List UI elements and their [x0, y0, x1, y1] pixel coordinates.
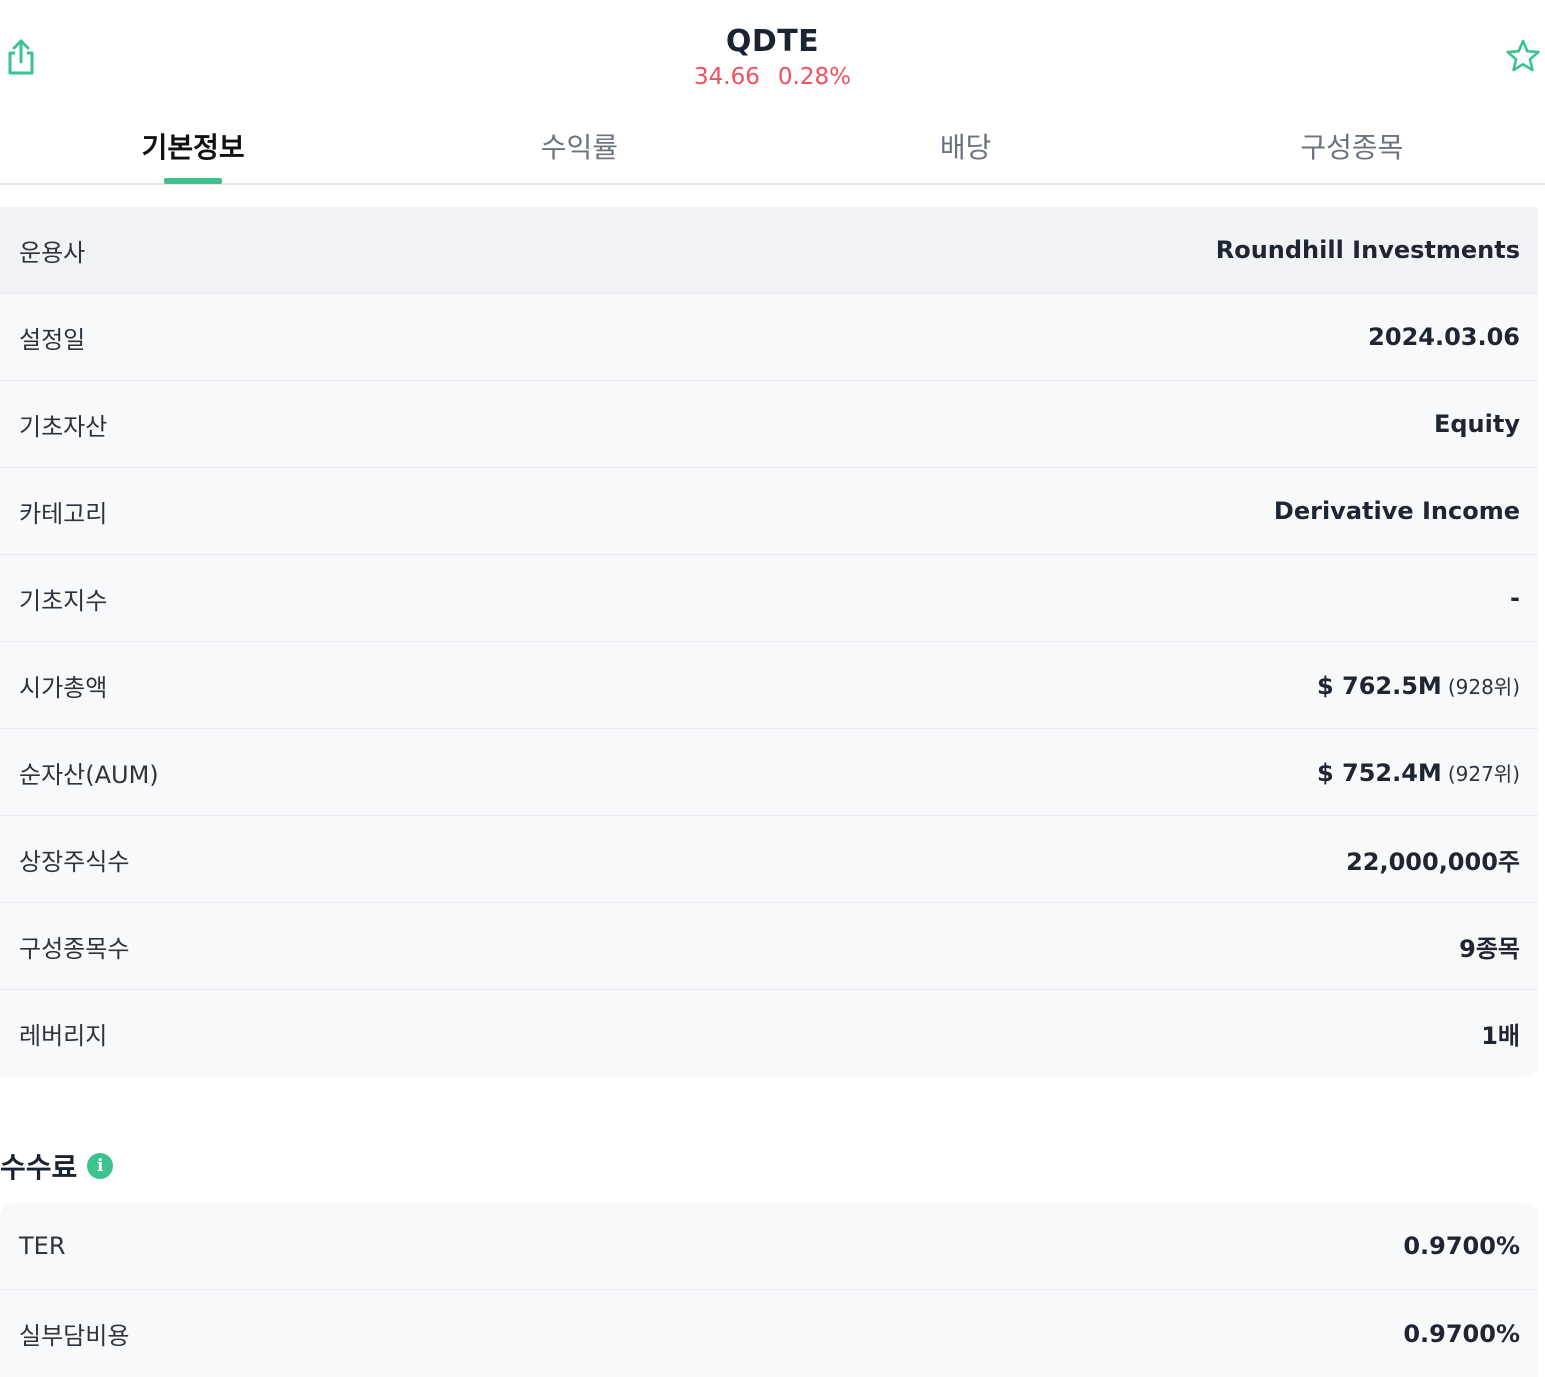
price-line: 34.66 0.28% — [0, 62, 1545, 92]
row-value: 1배 — [1481, 1016, 1520, 1051]
info-icon[interactable]: i — [87, 1153, 114, 1179]
info-row-manager: 운용사 Roundhill Investments — [0, 207, 1538, 294]
value-text: Derivative Income — [1273, 497, 1520, 525]
value-text: 9종목 — [1459, 934, 1520, 963]
value-text: Roundhill Investments — [1215, 236, 1520, 264]
row-value: Derivative Income — [1274, 497, 1520, 525]
basic-info-table: 운용사 Roundhill Investments 설정일 2024.03.06… — [0, 207, 1538, 1077]
value-text: $ 752.4M — [1316, 758, 1442, 787]
tab-label: 기본정보 — [141, 131, 245, 164]
tab-returns[interactable]: 수익률 — [386, 110, 772, 183]
info-row-aum: 순자산(AUM) $ 752.4M (927위) — [0, 729, 1538, 816]
row-value: 9종목 — [1459, 929, 1520, 964]
tab-label: 배당 — [939, 131, 992, 164]
info-row-market-cap: 시가총액 $ 762.5M (928위) — [0, 642, 1538, 729]
row-value: $ 762.5M (928위) — [1317, 671, 1520, 700]
ticker-symbol: QDTE — [725, 24, 820, 59]
row-label: 순자산(AUM) — [19, 760, 159, 789]
rank-text: (928위) — [1447, 674, 1520, 699]
row-label: 기초지수 — [19, 586, 108, 615]
row-label: 설정일 — [19, 325, 86, 354]
row-value: Equity — [1434, 410, 1520, 438]
fee-row-actual-cost: 실부담비용 0.9700% — [0, 1290, 1538, 1377]
info-row-shares-outstanding: 상장주식수 22,000,000주 — [0, 816, 1538, 903]
row-label: 기초자산 — [19, 412, 108, 441]
value-text: 2024.03.06 — [1368, 323, 1520, 351]
fees-table: TER 0.9700% 실부담비용 0.9700% — [0, 1203, 1538, 1377]
row-value: 22,000,000주 — [1346, 842, 1520, 877]
value-text: $ 762.5M — [1316, 671, 1442, 700]
value-text: 1배 — [1481, 1022, 1520, 1050]
row-value: $ 752.4M (927위) — [1317, 758, 1520, 787]
tab-dividends[interactable]: 배당 — [773, 110, 1159, 183]
fees-title: 수수료 — [0, 1151, 78, 1184]
header: QDTE 34.66 0.28% — [0, 0, 1545, 110]
row-label: TER — [19, 1232, 66, 1260]
tab-label: 구성종목 — [1300, 131, 1404, 164]
tab-label: 수익률 — [540, 131, 619, 164]
info-row-inception-date: 설정일 2024.03.06 — [0, 294, 1538, 381]
row-label: 실부담비용 — [19, 1322, 130, 1350]
fees-section-header: 수수료 i — [0, 1146, 114, 1186]
tab-basic-info[interactable]: 기본정보 — [0, 110, 386, 184]
tab-holdings[interactable]: 구성종목 — [1159, 110, 1545, 183]
star-outline-icon — [1506, 39, 1540, 72]
row-value: - — [1510, 584, 1520, 612]
row-label: 구성종목수 — [19, 934, 130, 963]
value-text: Equity — [1433, 410, 1520, 438]
current-price: 34.66 — [694, 64, 760, 90]
rank-text: (927위) — [1447, 761, 1520, 786]
info-row-leverage: 레버리지 1배 — [0, 990, 1538, 1077]
value-text: 22,000,000주 — [1346, 847, 1520, 876]
row-label: 레버리지 — [19, 1022, 108, 1050]
row-label: 운용사 — [19, 238, 86, 267]
row-value: 2024.03.06 — [1368, 323, 1520, 351]
info-row-category: 카테고리 Derivative Income — [0, 468, 1538, 555]
row-value: Roundhill Investments — [1216, 236, 1520, 264]
value-text: - — [1510, 584, 1520, 612]
row-label: 상장주식수 — [19, 847, 130, 876]
row-value: 0.9700% — [1403, 1319, 1520, 1348]
info-row-holdings-count: 구성종목수 9종목 — [0, 903, 1538, 990]
active-tab-indicator — [164, 178, 223, 184]
tab-bar: 기본정보 수익률 배당 구성종목 — [0, 110, 1545, 185]
fee-row-ter: TER 0.9700% — [0, 1203, 1538, 1290]
row-label: 카테고리 — [19, 499, 108, 528]
info-row-benchmark-index: 기초지수 - — [0, 555, 1538, 642]
price-change: 0.28% — [777, 64, 851, 90]
info-row-underlying-asset: 기초자산 Equity — [0, 381, 1538, 468]
favorite-button[interactable] — [1503, 36, 1543, 76]
row-label: 시가총액 — [19, 673, 108, 702]
row-value: 0.9700% — [1403, 1232, 1520, 1260]
